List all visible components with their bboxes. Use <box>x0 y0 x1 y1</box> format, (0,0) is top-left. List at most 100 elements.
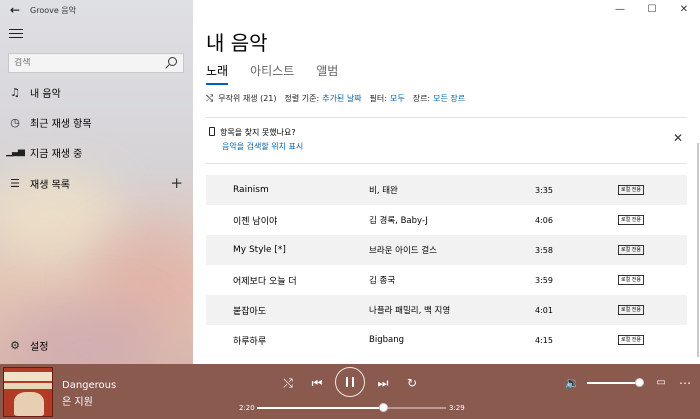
song-title: 이젠 남이야 <box>233 216 278 227</box>
volume-handle[interactable] <box>635 378 644 387</box>
tab-artists[interactable]: 아티스트 <box>250 62 294 85</box>
song-title: My Style [*] <box>233 245 286 255</box>
song-duration: 4:01 <box>535 305 553 315</box>
song-artist: 김 종국 <box>369 276 396 286</box>
window-controls: — ☐ ✕ <box>604 0 700 20</box>
song-artist: 김 경록, Baby-J <box>369 216 428 226</box>
repeat-icon[interactable]: ↻ <box>401 372 423 394</box>
song-row[interactable]: Rainism 비, 태완 3:35 로컬 전용 <box>206 175 687 205</box>
close-window-icon[interactable]: ✕ <box>668 0 700 20</box>
list-icon: ☰ <box>10 176 20 190</box>
elapsed-time: 2:20 <box>239 404 255 412</box>
song-row[interactable]: My Style [*] 브라운 아이드 걸스 3:58 로컬 전용 <box>206 235 687 265</box>
local-only-badge: 로컬 전용 <box>618 185 644 195</box>
seek-bar[interactable] <box>257 407 446 409</box>
song-duration: 4:15 <box>535 335 553 345</box>
close-icon[interactable]: ✕ <box>673 131 683 145</box>
sidebar-item-label: 내 음악 <box>30 88 61 100</box>
song-artist: Bigbang <box>369 335 404 345</box>
sidebar-item-label: 지금 재생 중 <box>30 148 83 160</box>
song-artist: 나플라 패밀리, 백 지영 <box>369 306 451 316</box>
back-arrow-icon[interactable]: ← <box>0 3 30 17</box>
local-only-badge: 로컬 전용 <box>618 275 644 285</box>
sidebar-item-label: 재생 목록 <box>30 179 70 191</box>
tab-albums[interactable]: 앨범 <box>316 62 338 85</box>
scrollbar[interactable] <box>697 143 699 357</box>
sort-dropdown[interactable]: 추가된 날짜 <box>322 93 361 104</box>
more-icon[interactable]: ⋯ <box>674 372 696 394</box>
now-playing-artist: 은 지원 <box>62 397 93 408</box>
clock-icon: ◷ <box>10 115 20 129</box>
song-row[interactable]: 이젠 남이야 김 경록, Baby-J 4:06 로컬 전용 <box>206 205 687 235</box>
title-bar: ← Groove 음악 <box>0 0 193 20</box>
previous-icon[interactable]: ⏮ <box>306 372 328 394</box>
song-row[interactable]: 어제보다 오늘 더 김 종국 3:59 로컬 전용 <box>206 265 687 295</box>
sidebar-item-label: 최근 재생 항목 <box>30 118 92 130</box>
notice-banner: 항목을 찾지 못했나요? 음악을 검색할 위치 표시 <box>209 127 303 152</box>
filter-bar: ⤭ 무작위 재생 (21) 정렬 기준: 추가된 날짜 필터: 모두 장르: 모… <box>206 93 465 104</box>
page-title: 내 음악 <box>206 31 268 55</box>
song-duration: 3:35 <box>535 185 553 195</box>
add-playlist-icon[interactable]: + <box>170 174 183 192</box>
song-duration: 3:59 <box>535 275 553 285</box>
song-row[interactable]: 붙잡아도 나플라 패밀리, 백 지영 4:01 로컬 전용 <box>206 295 687 325</box>
nav-pane: ← Groove 음악 ♫ 내 음악 ◷ 최근 재생 항목 ▁▃▅ 지금 재생 … <box>0 0 193 364</box>
minimize-icon[interactable]: — <box>604 0 636 20</box>
sidebar-item-playlists[interactable]: ☰ 재생 목록 + <box>0 171 193 195</box>
tab-bar: 노래 아티스트 앨범 <box>206 62 338 85</box>
notice-text: 항목을 찾지 못했나요? <box>220 128 296 137</box>
shuffle-button[interactable]: 무작위 재생 (21) <box>218 93 276 104</box>
sidebar-item-recent[interactable]: ◷ 최근 재생 항목 <box>0 110 193 134</box>
volume-slider[interactable] <box>587 382 640 384</box>
mini-view-icon[interactable]: ▭ <box>650 372 672 394</box>
hamburger-menu-icon[interactable] <box>9 29 23 41</box>
volume-icon[interactable]: 🔉 <box>561 372 583 394</box>
song-row[interactable]: 하루하루 Bigbang 4:15 로컬 전용 <box>206 325 687 355</box>
song-list: Rainism 비, 태완 3:35 로컬 전용 이젠 남이야 김 경록, Baby-J 4… <box>206 175 687 355</box>
song-artist: 비, 태완 <box>369 186 398 196</box>
filter-label: 필터: <box>369 94 387 103</box>
local-only-badge: 로컬 전용 <box>618 215 644 225</box>
song-duration: 4:06 <box>535 215 553 225</box>
genre-label: 장르: <box>412 94 431 103</box>
search-box[interactable] <box>8 53 184 73</box>
song-artist: 브라운 아이드 걸스 <box>369 246 437 256</box>
search-input[interactable] <box>14 58 164 68</box>
sort-label: 정렬 기준: <box>284 94 320 103</box>
divider <box>206 163 687 164</box>
local-only-badge: 로컬 전용 <box>618 245 644 255</box>
shuffle-icon[interactable]: ⤭ <box>277 372 299 394</box>
search-icon[interactable] <box>168 57 177 66</box>
main-content: — ☐ ✕ 내 음악 노래 아티스트 앨범 ⤭ 무작위 재생 (21) 정렬 기… <box>193 0 700 364</box>
local-only-badge: 로컬 전용 <box>618 335 644 345</box>
album-art[interactable] <box>3 367 53 417</box>
total-time: 3:29 <box>449 404 465 412</box>
sidebar-item-my-music[interactable]: ♫ 내 음악 <box>0 80 193 104</box>
shuffle-icon: ⤭ <box>206 93 214 104</box>
song-title: 하루하루 <box>233 336 267 347</box>
bars-icon: ▁▃▅ <box>6 147 25 157</box>
seek-handle[interactable] <box>378 403 388 412</box>
genre-dropdown[interactable]: 모든 장르 <box>433 93 465 104</box>
song-title: Rainism <box>233 185 269 195</box>
song-title: 어제보다 오늘 더 <box>233 276 297 287</box>
next-icon[interactable]: ⏭ <box>372 372 394 394</box>
show-locations-link[interactable]: 음악을 검색할 위치 표시 <box>222 141 303 152</box>
app-title: Groove 음악 <box>30 5 77 15</box>
song-duration: 3:58 <box>535 245 553 255</box>
gear-icon: ⚙ <box>10 338 20 352</box>
now-playing-bar: Dangerous 은 지원 ⤭ ⏮ ⏭ ↻ 2:20 3:29 🔉 ▭ ⋯ <box>0 364 700 419</box>
filter-dropdown[interactable]: 모두 <box>390 93 405 104</box>
sidebar-item-now-playing[interactable]: ▁▃▅ 지금 재생 중 <box>0 140 193 164</box>
music-note-icon: ♫ <box>10 85 20 99</box>
now-playing-title: Dangerous <box>62 380 117 391</box>
tab-songs[interactable]: 노래 <box>206 62 229 85</box>
local-only-badge: 로컬 전용 <box>618 305 644 315</box>
song-title: 붙잡아도 <box>233 306 267 317</box>
sidebar-item-label: 설정 <box>30 341 49 353</box>
phone-icon <box>209 127 215 136</box>
maximize-icon[interactable]: ☐ <box>636 0 668 20</box>
pause-button[interactable] <box>335 367 365 397</box>
sidebar-item-settings[interactable]: ⚙ 설정 <box>0 333 193 357</box>
divider <box>206 117 687 118</box>
